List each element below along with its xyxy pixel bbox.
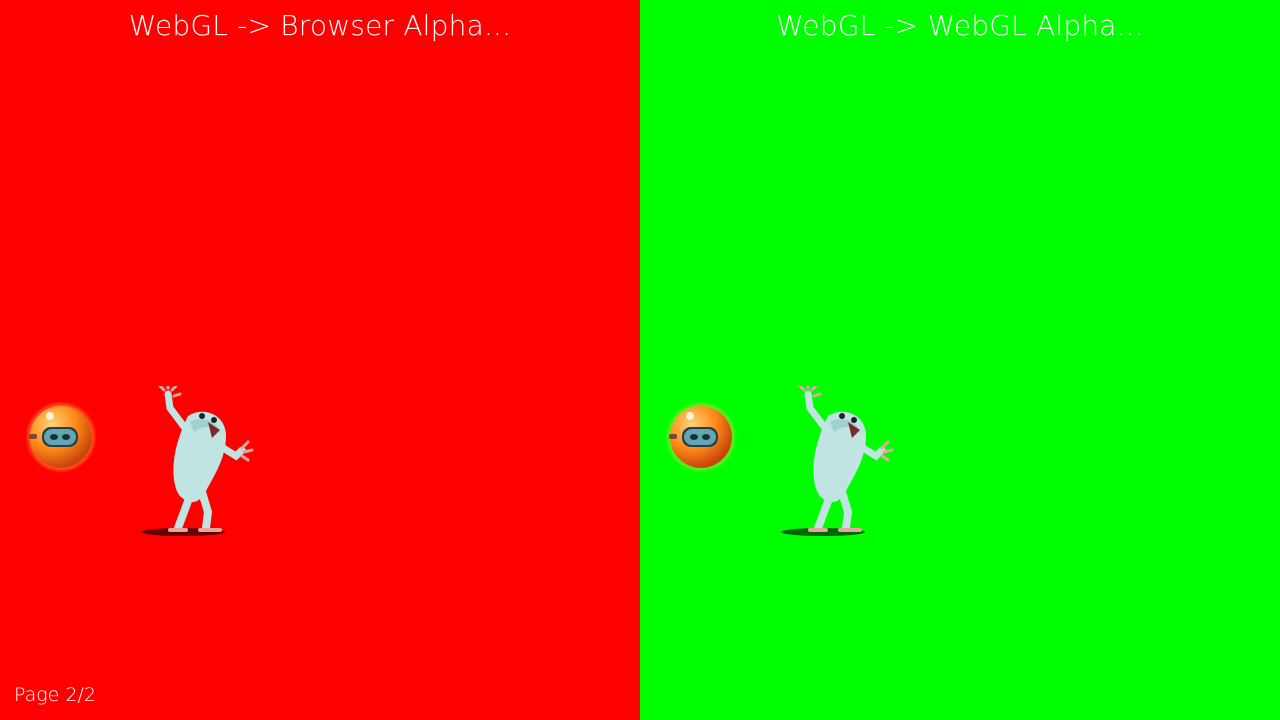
- panel-title: WebGL -> WebGL Alpha...: [776, 9, 1144, 42]
- left-panel-browser-alpha: WebGL -> Browser Alpha... Page 2/2: [0, 0, 640, 720]
- robot-ball-icon: [665, 401, 737, 473]
- monster-character-icon: [141, 386, 254, 536]
- panel-title: WebGL -> Browser Alpha...: [128, 9, 512, 42]
- page-indicator: Page 2/2: [14, 684, 96, 706]
- right-panel-webgl-alpha: WebGL -> WebGL Alpha...: [640, 0, 1280, 720]
- monster-character-icon: [781, 386, 894, 536]
- robot-ball-icon: [25, 401, 97, 473]
- demo-stage: WebGL -> Browser Alpha... Page 2/2 WebGL…: [0, 0, 1280, 720]
